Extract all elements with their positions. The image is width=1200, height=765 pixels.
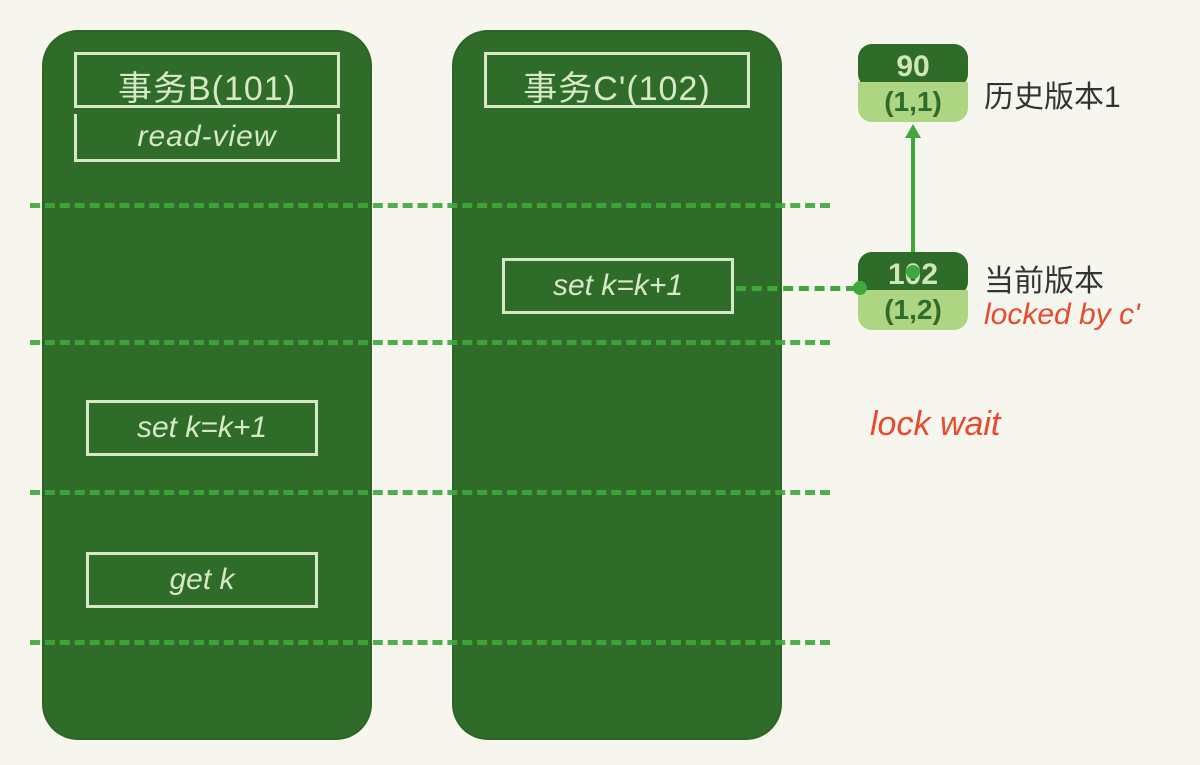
version-chain-link <box>911 136 915 252</box>
op-to-version-endpoint-dot <box>853 281 867 295</box>
version-chain-arrow-icon <box>905 124 921 138</box>
version-1-row: (1,1) <box>858 82 968 122</box>
version-chain-origin-dot <box>906 265 920 279</box>
timeline-row-4 <box>30 640 830 645</box>
transaction-c-op-set: set k=k+1 <box>502 258 734 314</box>
transaction-b-op-set: set k=k+1 <box>86 400 318 456</box>
transaction-b-op-get: get k <box>86 552 318 608</box>
transaction-b-readview: read-view <box>74 114 340 162</box>
transaction-b-title: 事务B(101) <box>74 52 340 108</box>
transaction-b-column: 事务B(101) read-view set k=k+1 get k <box>42 30 372 740</box>
lock-wait-note: lock wait <box>870 405 1000 444</box>
version-1-label: 历史版本1 <box>984 72 1121 116</box>
transaction-c-title: 事务C'(102) <box>484 52 750 108</box>
op-to-version-connector <box>736 286 856 291</box>
timeline-row-1 <box>30 203 830 208</box>
version-node-1: 90 (1,1) <box>858 44 968 122</box>
version-2-lock-note: locked by c' <box>984 298 1140 332</box>
timeline-row-2 <box>30 340 830 345</box>
transaction-c-column: 事务C'(102) set k=k+1 <box>452 30 782 740</box>
version-2-label: 当前版本 <box>984 256 1104 300</box>
version-node-2: 102 (1,2) <box>858 252 968 330</box>
version-2-row: (1,2) <box>858 290 968 330</box>
timeline-row-3 <box>30 490 830 495</box>
